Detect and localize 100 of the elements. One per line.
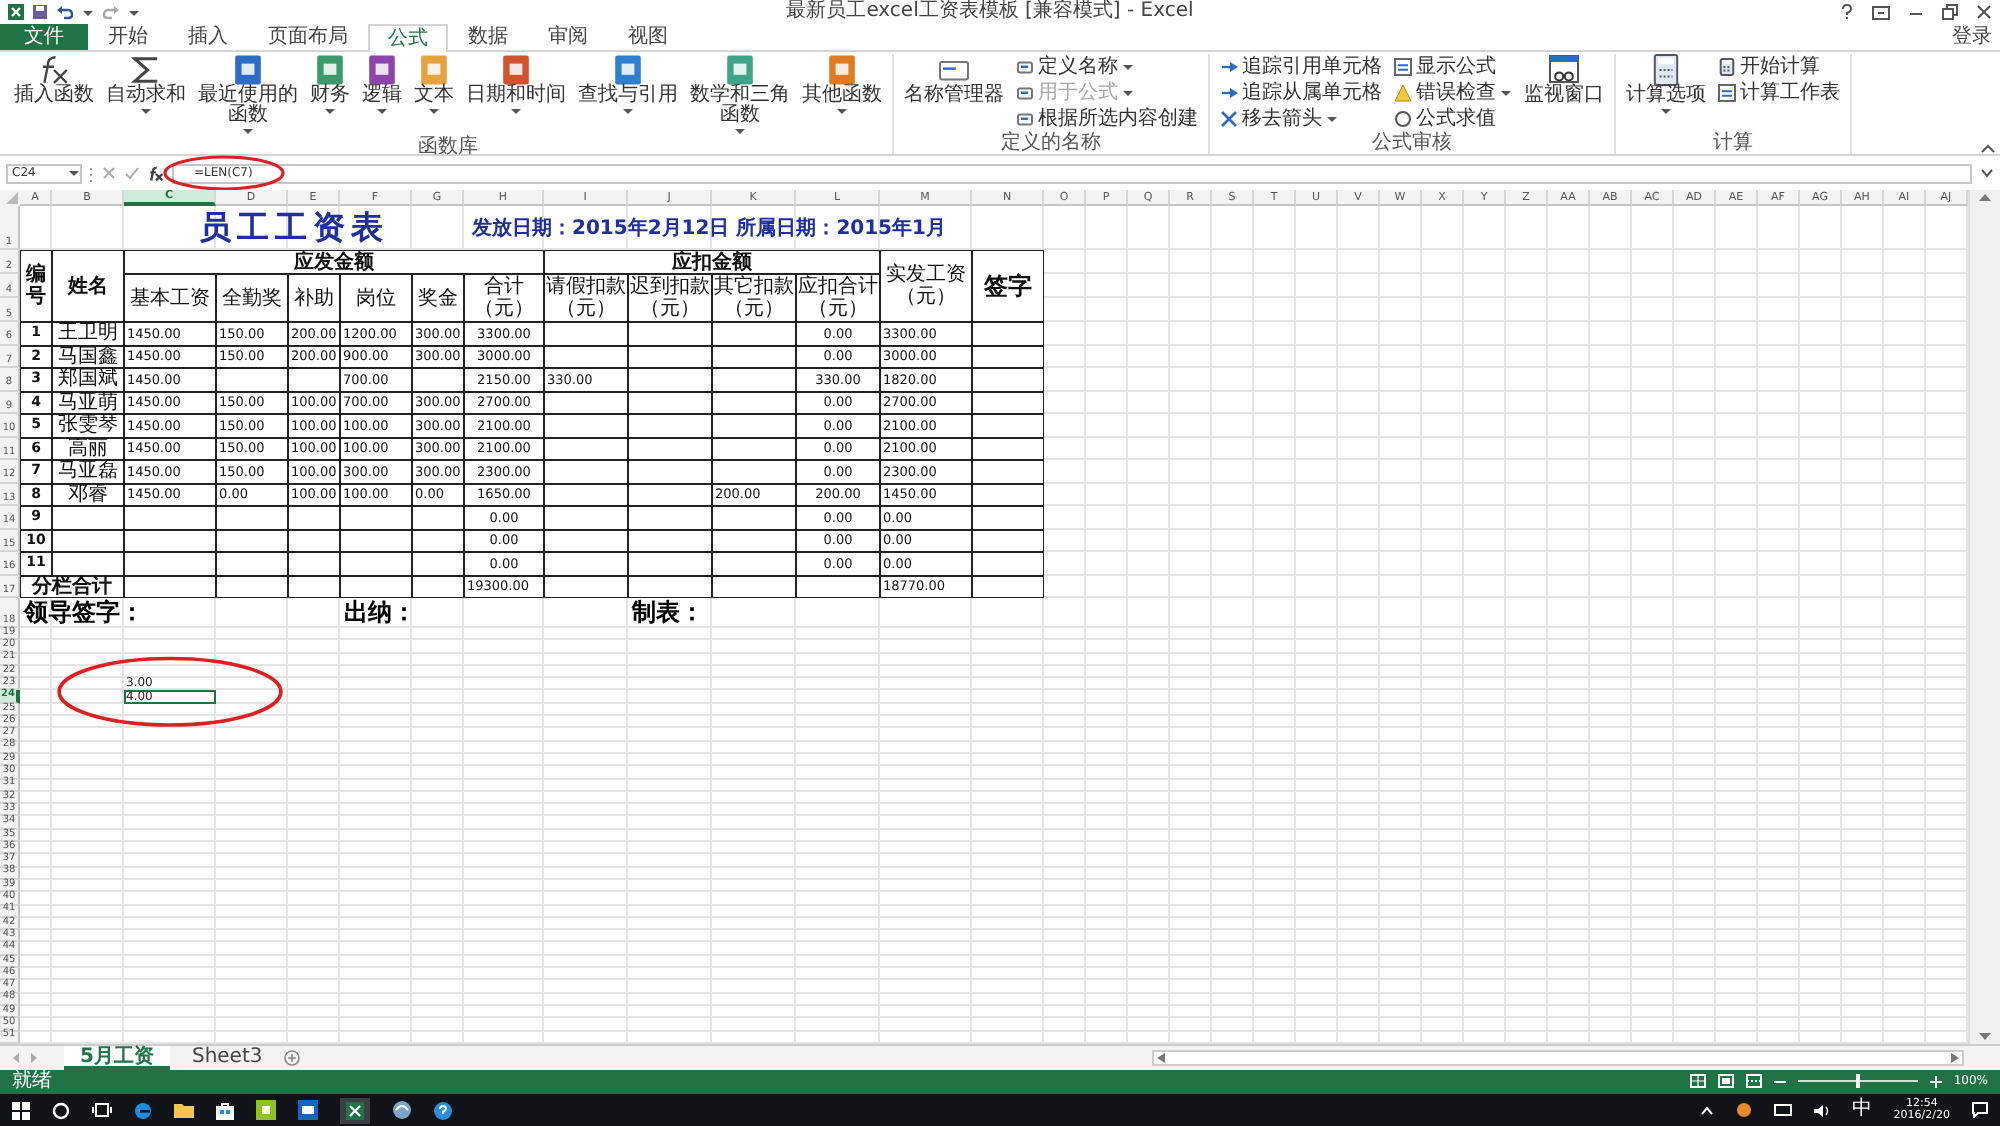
caret-icon[interactable] — [128, 7, 140, 17]
help-icon[interactable] — [1840, 4, 1854, 20]
ribbon-button[interactable]: 数学和三角函数 — [686, 54, 794, 136]
ribbon-button[interactable]: 日期和时间 — [462, 54, 570, 116]
network-icon[interactable] — [1773, 1103, 1792, 1118]
ribbon-tab[interactable]: 插入 — [168, 24, 248, 50]
caret-icon[interactable] — [622, 106, 634, 116]
ribbon-tab[interactable]: 视图 — [608, 24, 688, 50]
close-icon[interactable] — [1976, 4, 1992, 20]
table-cell — [340, 506, 412, 529]
sheet-tab[interactable]: Sheet3 — [175, 1045, 279, 1070]
table-cell — [412, 575, 464, 598]
scroll-right-icon[interactable] — [1950, 1051, 1960, 1064]
ribbon-button[interactable]: 插入函数 — [10, 54, 98, 106]
horizontal-scrollbar[interactable] — [1152, 1049, 1964, 1066]
vertical-scrollbar[interactable] — [1968, 190, 2000, 1044]
caret-icon[interactable] — [242, 126, 254, 136]
ribbon-button[interactable]: 移去箭头 — [1216, 106, 1386, 132]
ribbon-button[interactable]: 定义名称 — [1012, 54, 1202, 80]
ribbon-options-icon[interactable] — [1872, 5, 1890, 19]
ribbon-button[interactable]: 其他函数 — [798, 54, 886, 116]
caret-icon[interactable] — [1122, 62, 1134, 72]
table-cell — [216, 552, 288, 575]
caret-icon[interactable] — [734, 126, 746, 136]
ribbon-button[interactable]: 开始计算 — [1714, 54, 1844, 80]
ribbon-button[interactable]: 根据所选内容创建 — [1012, 106, 1202, 132]
function-icon[interactable] — [148, 165, 164, 181]
caret-icon[interactable] — [428, 106, 440, 116]
scroll-left-icon[interactable] — [1156, 1051, 1167, 1064]
table-cell — [628, 414, 712, 437]
save-icon[interactable] — [32, 4, 48, 20]
caret-icon[interactable] — [510, 106, 522, 116]
caret-icon[interactable] — [1326, 114, 1338, 124]
table-cell — [972, 575, 1044, 598]
ribbon-button[interactable]: 财务 — [306, 54, 354, 116]
ribbon-button[interactable]: 错误检查 — [1390, 80, 1516, 106]
table-cell — [124, 552, 216, 575]
caret-icon[interactable] — [1660, 106, 1672, 116]
folder-icon[interactable] — [174, 1102, 194, 1119]
table-cell — [412, 506, 464, 529]
store-icon[interactable] — [216, 1101, 234, 1120]
normal-view-icon[interactable] — [1689, 1074, 1706, 1089]
app-icon[interactable] — [298, 1100, 318, 1121]
spreadsheet-icon[interactable] — [346, 1101, 364, 1120]
ribbon-button[interactable]: 文本 — [410, 54, 458, 116]
ribbon-tab[interactable]: 公式 — [368, 24, 448, 52]
search-icon[interactable] — [52, 1101, 70, 1120]
caret-icon[interactable] — [324, 106, 336, 116]
ribbon-button[interactable]: 追踪引用单元格 — [1216, 54, 1386, 80]
page-break-icon[interactable] — [1745, 1074, 1762, 1089]
file-tab[interactable]: 文件 — [0, 24, 88, 50]
restore-icon[interactable] — [1942, 4, 1958, 20]
notification-icon[interactable] — [1972, 1102, 1988, 1119]
sign-in-link[interactable]: 登录 — [1952, 24, 2000, 50]
task-view-icon[interactable] — [92, 1102, 112, 1119]
caret-icon[interactable] — [82, 7, 94, 17]
help-icon[interactable] — [434, 1101, 452, 1120]
zoom-in-icon[interactable] — [1929, 1075, 1942, 1088]
ribbon-button[interactable]: 追踪从属单元格 — [1216, 80, 1386, 106]
table-cell — [712, 575, 796, 598]
table-cell — [216, 529, 288, 552]
caret-icon[interactable] — [68, 168, 80, 178]
ribbon-tab[interactable]: 开始 — [88, 24, 168, 50]
ribbon-button[interactable]: 逻辑 — [358, 54, 406, 116]
tray-app-icon[interactable] — [1735, 1102, 1752, 1119]
scroll-up-icon[interactable] — [1978, 192, 1992, 202]
ribbon-button[interactable]: 显示公式 — [1390, 54, 1516, 80]
ribbon-button[interactable]: 计算工作表 — [1714, 80, 1844, 106]
caret-icon[interactable] — [836, 106, 848, 116]
browser-icon[interactable] — [134, 1101, 152, 1120]
table-cell — [412, 552, 464, 575]
book-icon — [724, 54, 756, 86]
ribbon-tab[interactable]: 页面布局 — [248, 24, 368, 50]
table-cell — [712, 414, 796, 437]
collapse-ribbon-icon[interactable] — [1980, 142, 1996, 154]
windows-logo-icon[interactable] — [12, 1101, 30, 1120]
ribbon-button[interactable]: 计算选项 — [1622, 54, 1710, 116]
caret-icon[interactable] — [1500, 88, 1512, 98]
tray-expand-icon[interactable] — [1699, 1105, 1714, 1116]
volume-icon[interactable] — [1813, 1103, 1830, 1118]
add-sheet-icon[interactable] — [284, 1049, 301, 1066]
caret-icon[interactable] — [140, 106, 152, 116]
sheet-tab[interactable]: 5月工资 — [64, 1045, 170, 1070]
ribbon-button[interactable]: 查找与引用 — [574, 54, 682, 116]
ribbon-button[interactable]: 公式求值 — [1390, 106, 1516, 132]
app-icon[interactable] — [392, 1100, 412, 1121]
ribbon-button[interactable]: 自动求和 — [102, 54, 190, 116]
ribbon-button[interactable]: 名称管理器 — [900, 54, 1008, 106]
page-layout-icon[interactable] — [1717, 1074, 1734, 1089]
zoom-out-icon[interactable] — [1773, 1075, 1786, 1088]
ribbon-button[interactable]: 最近使用的函数 — [194, 54, 302, 136]
ribbon-button[interactable]: 监视窗口 — [1520, 54, 1608, 106]
ribbon-tab[interactable]: 审阅 — [528, 24, 608, 50]
input-method-indicator[interactable]: 中 — [1851, 1098, 1872, 1123]
ribbon-tab[interactable]: 数据 — [448, 24, 528, 50]
zoom-slider[interactable] — [1855, 1074, 1860, 1089]
undo-icon[interactable] — [56, 4, 74, 20]
expand-icon[interactable] — [1980, 167, 1994, 179]
caret-icon[interactable] — [376, 106, 388, 116]
app-icon[interactable] — [256, 1100, 276, 1121]
